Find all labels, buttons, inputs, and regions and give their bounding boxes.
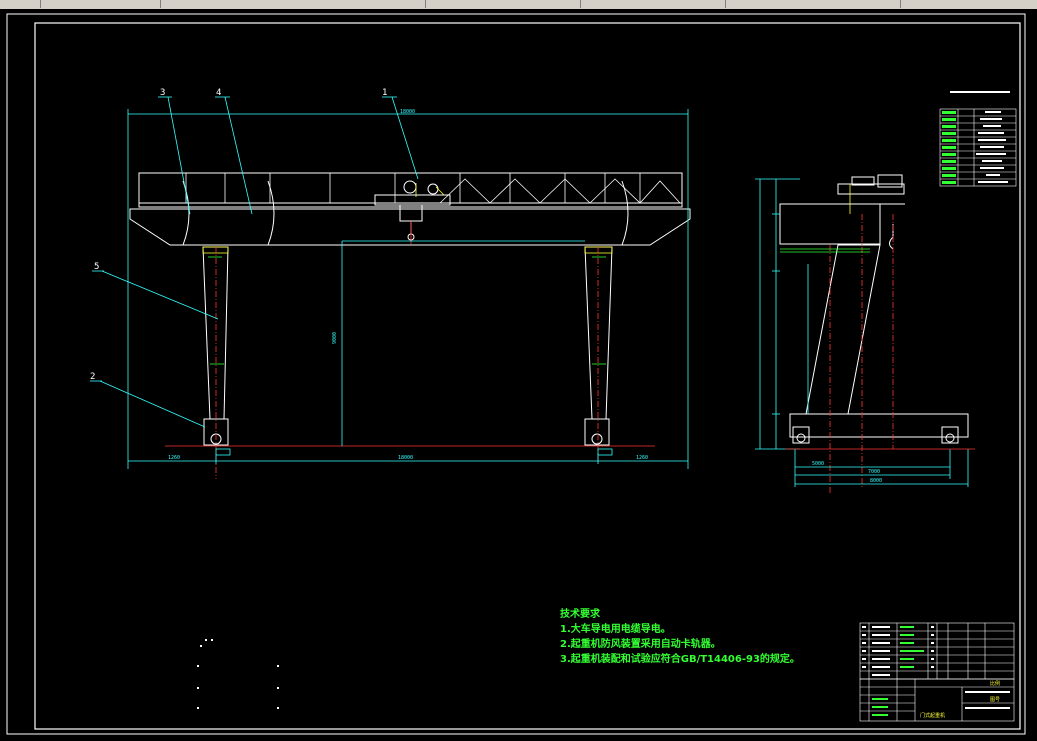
dim-right: 1260 [636,455,648,461]
tech-requirement-item: 2.起重机防风装置采用自动卡轨器。 [560,639,721,650]
tech-requirements-title: 技术要求 [560,609,600,620]
dim-left: 1260 [168,455,180,461]
right-wheel-box [584,418,610,446]
right-leg [584,246,613,420]
dim-base1: 5000 [812,461,824,467]
dim-base3: 8000 [870,478,882,484]
toolbar-button[interactable] [585,0,726,8]
title-drawing-no: 图号 [990,697,1000,703]
dim-height: 9000 [332,332,338,344]
girder-railing [138,172,683,208]
toolbar-button[interactable] [0,0,41,8]
title-name: 门式起重机 [920,712,945,719]
toolbar-button[interactable] [905,0,1037,8]
drawing-svg: 18000 18000 1260 1260 9000 1 2 3 4 5 500… [6,13,1026,735]
callout-4: 4 [216,88,221,98]
dim-base2: 7000 [868,469,880,475]
dim-span-bottom: 18000 [398,455,413,461]
toolbar-button[interactable] [430,0,581,8]
left-leg [202,246,229,420]
toolbar-button[interactable] [165,0,426,8]
callout-2: 2 [90,372,95,382]
sill-beam [789,413,969,438]
callout-5: 5 [94,262,99,272]
callout-3: 3 [160,88,165,98]
title-scale: 比例 [990,680,1000,687]
tech-requirement-item: 1.大车导电用电缆导电。 [560,624,671,635]
drawing-canvas[interactable]: 18000 18000 1260 1260 9000 1 2 3 4 5 500… [0,9,1037,737]
front-view [129,172,691,446]
toolbar-button[interactable] [50,0,161,8]
toolbar-button[interactable] [730,0,901,8]
side-leg [805,244,881,415]
tech-requirements: 技术要求 1.大车导电用电缆导电。 2.起重机防风装置采用自动卡轨器。 3.起重… [560,607,800,667]
tech-requirement-item: 3.起重机装配和试验应符合GB/T14406-93的规定。 [560,654,800,665]
dim-span: 18000 [400,109,415,115]
callout-1: 1 [382,88,387,98]
